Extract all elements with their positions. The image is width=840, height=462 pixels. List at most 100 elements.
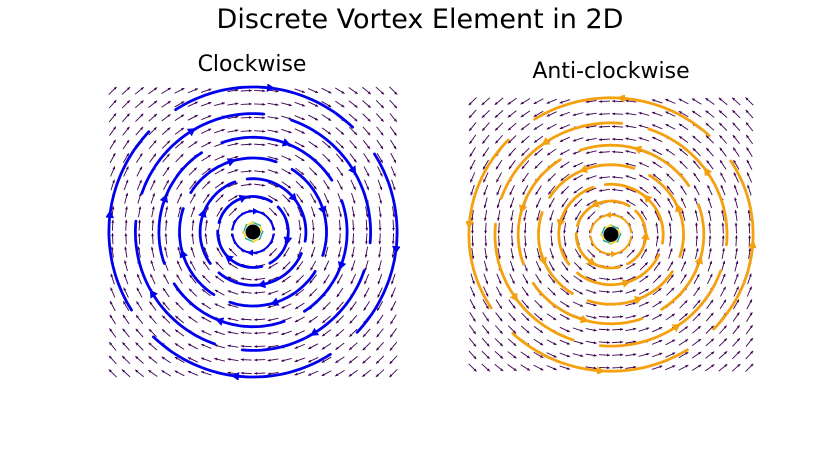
field-arrow xyxy=(559,111,571,117)
field-arrow xyxy=(705,312,714,322)
field-arrow xyxy=(494,122,504,131)
field-arrow xyxy=(746,159,753,170)
field-arrow xyxy=(652,313,663,320)
field-arrow xyxy=(468,337,477,347)
field-arrow xyxy=(612,289,624,293)
field-arrow xyxy=(732,109,741,119)
streamline xyxy=(647,127,729,247)
field-arrow xyxy=(666,173,675,182)
field-arrow xyxy=(598,353,610,357)
field-arrow xyxy=(549,210,554,221)
field-arrow xyxy=(721,222,725,234)
field-arrow xyxy=(745,363,754,372)
field-arrow xyxy=(469,299,476,310)
field-arrow xyxy=(732,147,740,157)
field-arrow xyxy=(483,184,489,196)
field-arrow xyxy=(612,340,624,344)
field-arrow xyxy=(665,98,676,104)
field-arrow xyxy=(746,312,753,322)
field-arrow xyxy=(598,112,610,116)
field-arrow xyxy=(705,122,715,131)
field-arrow xyxy=(612,175,624,179)
field-arrow xyxy=(470,286,476,297)
field-arrow xyxy=(625,175,637,180)
field-arrow xyxy=(481,350,490,360)
field-arrow xyxy=(509,184,515,196)
field-arrow xyxy=(494,325,503,335)
field-arrow xyxy=(494,363,504,372)
field-arrow xyxy=(665,365,676,371)
field-arrow xyxy=(733,273,739,285)
field-arrow xyxy=(468,122,477,132)
field-arrow xyxy=(718,363,728,372)
field-arrow xyxy=(692,135,702,144)
field-arrow xyxy=(508,147,517,157)
field-arrow xyxy=(559,339,571,345)
field-arrow xyxy=(612,328,624,331)
field-arrow xyxy=(495,286,502,297)
field-arrow xyxy=(718,122,728,131)
field-arrow xyxy=(585,150,597,155)
field-arrow xyxy=(651,136,663,143)
field-arrow xyxy=(587,211,596,220)
field-arrow xyxy=(720,273,726,285)
field-arrow xyxy=(731,363,741,372)
streamline xyxy=(557,185,595,266)
field-arrow xyxy=(707,197,713,209)
field-arrow xyxy=(484,235,488,247)
field-arrow xyxy=(494,110,504,119)
field-arrow xyxy=(651,352,663,358)
field-arrow xyxy=(665,123,676,130)
field-arrow xyxy=(468,350,477,360)
field-arrow xyxy=(508,160,516,170)
field-arrow xyxy=(625,289,637,294)
field-arrow xyxy=(481,122,490,132)
streamline xyxy=(511,331,689,373)
field-arrow xyxy=(638,301,650,307)
field-arrow xyxy=(508,299,516,309)
field-arrow xyxy=(484,222,488,234)
field-arrow xyxy=(533,325,544,334)
field-arrow xyxy=(734,260,739,272)
field-arrow xyxy=(523,248,528,259)
field-arrow xyxy=(507,97,517,105)
field-arrow xyxy=(546,98,557,104)
field-arrow xyxy=(612,188,624,192)
field-arrow xyxy=(572,162,584,168)
field-arrow xyxy=(639,261,649,271)
field-arrow xyxy=(546,339,557,346)
field-arrow xyxy=(652,300,663,308)
field-arrow xyxy=(680,185,687,195)
field-arrow xyxy=(497,209,501,221)
field-arrow xyxy=(733,184,739,196)
field-arrow xyxy=(585,340,597,345)
field-arrow xyxy=(585,315,597,319)
field-arrow xyxy=(652,274,662,284)
field-arrow xyxy=(747,222,751,234)
field-arrow xyxy=(718,110,728,119)
field-arrow xyxy=(469,159,476,170)
field-arrow xyxy=(732,337,741,347)
field-arrow xyxy=(705,351,715,359)
field-arrow xyxy=(732,350,741,360)
field-arrow xyxy=(625,314,637,319)
field-arrow xyxy=(638,162,650,168)
field-arrow xyxy=(706,160,714,170)
field-arrow xyxy=(598,277,610,281)
field-arrow xyxy=(705,110,715,118)
field-arrow xyxy=(482,134,490,144)
field-arrow xyxy=(745,350,754,360)
field-arrow xyxy=(520,110,531,118)
field-arrow xyxy=(708,248,712,260)
field-arrow xyxy=(521,172,529,183)
vortex-center-marker xyxy=(603,227,619,242)
field-arrow xyxy=(559,136,571,143)
field-arrow xyxy=(546,313,557,321)
field-arrow xyxy=(535,274,542,284)
field-arrow xyxy=(746,172,752,183)
field-arrow xyxy=(705,97,715,105)
field-arrow xyxy=(666,287,675,296)
field-arrow xyxy=(718,338,728,347)
field-arrow xyxy=(481,337,490,347)
field-arrow xyxy=(745,122,754,132)
